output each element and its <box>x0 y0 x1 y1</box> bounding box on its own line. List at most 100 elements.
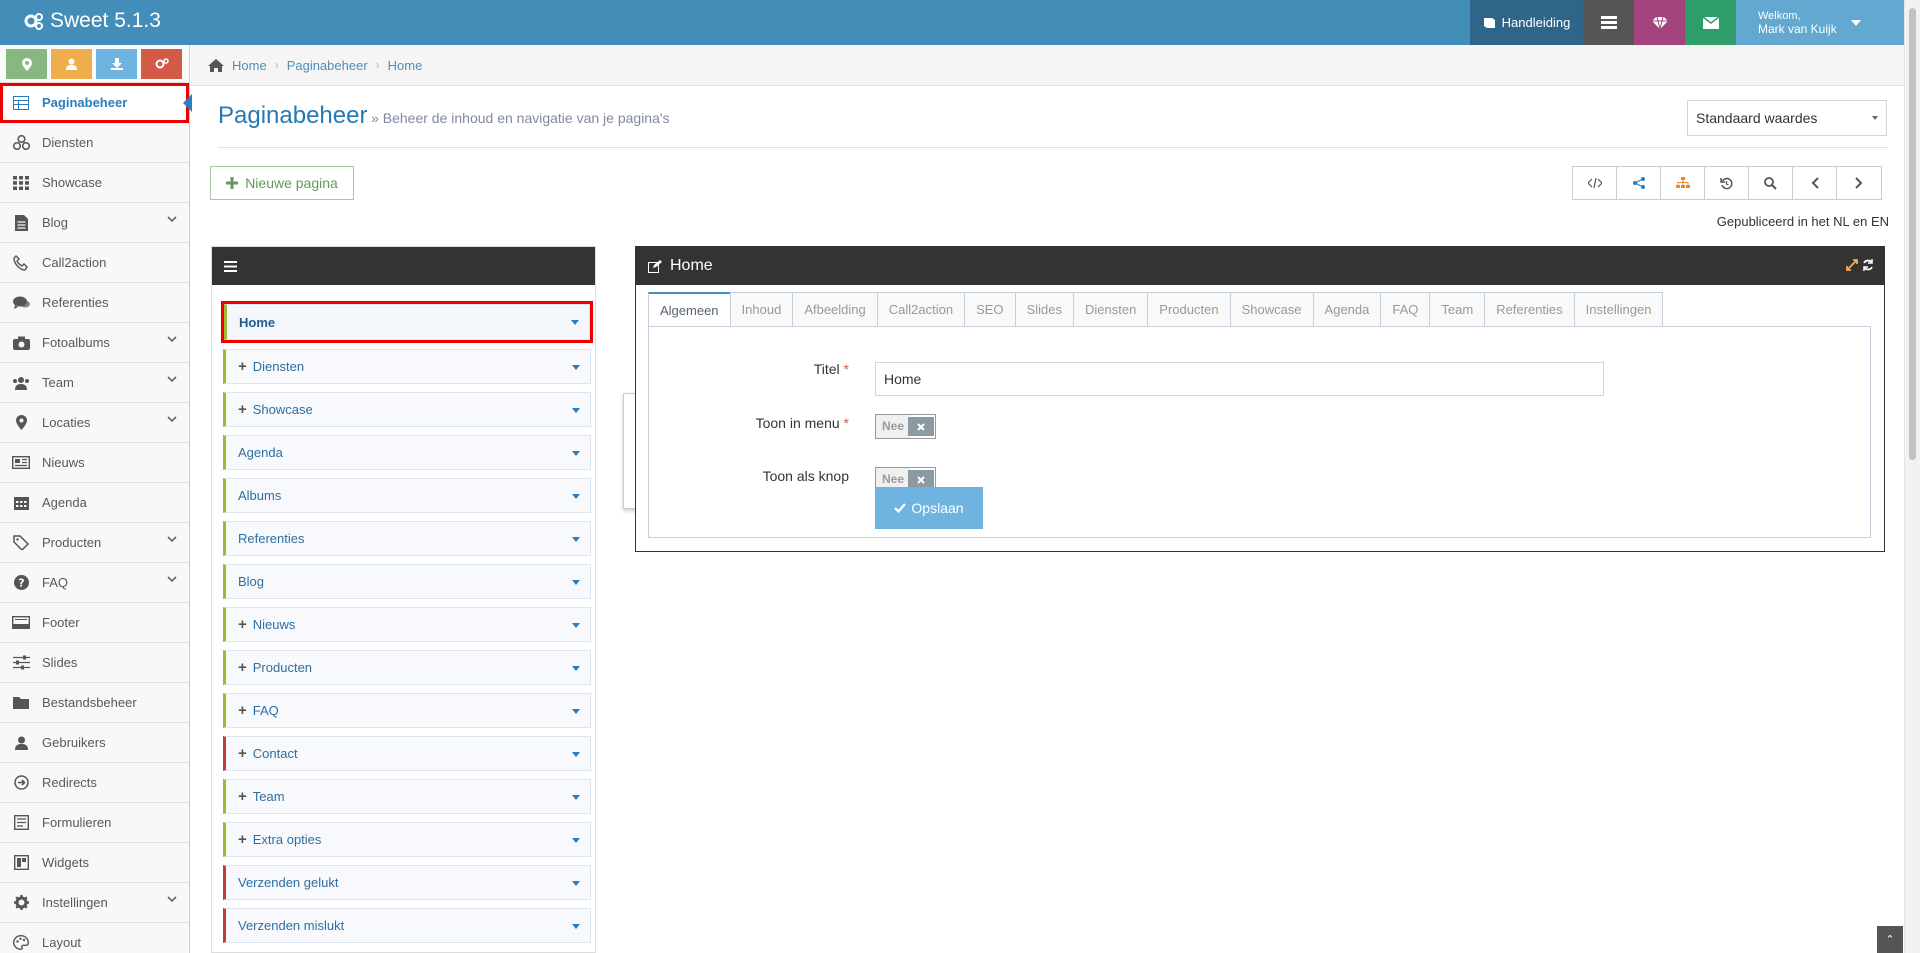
tab-slides[interactable]: Slides <box>1014 292 1073 327</box>
scrollbar-thumb[interactable] <box>1909 8 1916 460</box>
save-button[interactable]: Opslaan <box>875 487 983 529</box>
manual-button[interactable]: Handleiding <box>1470 0 1583 45</box>
plus-icon[interactable]: + <box>238 831 247 848</box>
refresh-icon[interactable] <box>1862 259 1874 271</box>
app-logo[interactable]: Sweet 5.1.3 <box>24 9 161 33</box>
tab-showcase[interactable]: Showcase <box>1229 292 1313 327</box>
plus-icon[interactable]: + <box>238 659 247 676</box>
tab-instellingen[interactable]: Instellingen <box>1573 292 1664 327</box>
sidebar-item-paginabeheer[interactable]: Paginabeheer <box>0 83 192 123</box>
tree-node-verzenden-mislukt[interactable]: Verzenden mislukt <box>223 908 591 943</box>
sidebar-item-redirects[interactable]: Redirects <box>0 763 189 803</box>
sidebar-item-widgets[interactable]: Widgets <box>0 843 189 883</box>
sidebar-item-agenda[interactable]: Agenda <box>0 483 189 523</box>
tree-node-diensten[interactable]: + Diensten <box>223 349 591 384</box>
tree-node-contact[interactable]: + Contact <box>223 736 591 771</box>
sidebar-item-gebruikers[interactable]: Gebruikers <box>0 723 189 763</box>
sidebar-item-layout[interactable]: Layout <box>0 923 189 953</box>
shortcut-locations[interactable] <box>6 49 47 79</box>
sidebar-item-faq[interactable]: ? FAQ <box>0 563 189 603</box>
menu-toggle[interactable]: Nee <box>875 414 936 439</box>
tree-node-nieuws[interactable]: + Nieuws <box>223 607 591 642</box>
plus-icon[interactable]: + <box>238 745 247 762</box>
diamond-button[interactable] <box>1634 0 1685 45</box>
caret-down-icon[interactable] <box>572 752 580 757</box>
tree-node-producten[interactable]: + Producten <box>223 650 591 685</box>
tool-next[interactable] <box>1837 167 1881 199</box>
new-page-button[interactable]: Nieuwe pagina <box>210 166 354 200</box>
sidebar-item-bestandsbeheer[interactable]: Bestandsbeheer <box>0 683 189 723</box>
bars-icon[interactable] <box>224 260 237 272</box>
tree-node-agenda[interactable]: Agenda <box>223 435 591 470</box>
caret-down-icon[interactable] <box>572 623 580 628</box>
defaults-select[interactable]: Standaard waardes <box>1687 100 1887 136</box>
caret-down-icon[interactable] <box>572 795 580 800</box>
caret-down-icon[interactable] <box>572 881 580 886</box>
tab-agenda[interactable]: Agenda <box>1312 292 1381 327</box>
sidebar-item-team[interactable]: Team <box>0 363 189 403</box>
caret-down-icon[interactable] <box>572 408 580 413</box>
plus-icon[interactable]: + <box>238 616 247 633</box>
database-button[interactable] <box>1583 0 1634 45</box>
tab-producten[interactable]: Producten <box>1147 292 1230 327</box>
user-menu[interactable]: Welkom, Mark van Kuijk <box>1736 0 1904 45</box>
sidebar-item-diensten[interactable]: Diensten <box>0 123 189 163</box>
home-icon[interactable] <box>208 58 224 72</box>
sidebar-item-call2action[interactable]: Call2action <box>0 243 189 283</box>
sidebar-item-instellingen[interactable]: Instellingen <box>0 883 189 923</box>
sidebar-item-fotoalbums[interactable]: Fotoalbums <box>0 323 189 363</box>
breadcrumb-paginabeheer[interactable]: Paginabeheer <box>287 58 368 73</box>
caret-down-icon[interactable] <box>572 709 580 714</box>
tab-diensten[interactable]: Diensten <box>1072 292 1148 327</box>
page-scrollbar[interactable] <box>1904 0 1920 953</box>
tool-search[interactable] <box>1749 167 1793 199</box>
tree-node-extra-opties[interactable]: + Extra opties <box>223 822 591 857</box>
tree-node-faq[interactable]: + FAQ <box>223 693 591 728</box>
tree-node-albums[interactable]: Albums <box>223 478 591 513</box>
tree-node-showcase[interactable]: + Showcase <box>223 392 591 427</box>
tree-node-blog[interactable]: Blog <box>223 564 591 599</box>
tree-node-home[interactable]: Home <box>221 301 593 343</box>
titel-input[interactable]: Home <box>875 362 1604 396</box>
sidebar-item-blog[interactable]: Blog <box>0 203 189 243</box>
sidebar-item-formulieren[interactable]: Formulieren <box>0 803 189 843</box>
caret-down-icon[interactable] <box>572 451 580 456</box>
plus-icon[interactable]: + <box>238 702 247 719</box>
caret-down-icon[interactable] <box>572 666 580 671</box>
tab-team[interactable]: Team <box>1429 292 1485 327</box>
tree-node-referenties[interactable]: Referenties <box>223 521 591 556</box>
caret-down-icon[interactable] <box>572 580 580 585</box>
mail-button[interactable] <box>1685 0 1736 45</box>
breadcrumb-home[interactable]: Home <box>232 58 267 73</box>
caret-down-icon[interactable] <box>572 365 580 370</box>
sidebar-item-footer[interactable]: Footer <box>0 603 189 643</box>
breadcrumb-current[interactable]: Home <box>388 58 423 73</box>
sidebar-item-locaties[interactable]: Locaties <box>0 403 189 443</box>
tab-inhoud[interactable]: Inhoud <box>729 292 793 327</box>
shortcut-users[interactable] <box>51 49 92 79</box>
caret-down-icon[interactable] <box>572 537 580 542</box>
expand-icon[interactable] <box>1846 259 1858 271</box>
tab-seo[interactable]: SEO <box>964 292 1015 327</box>
tool-previous[interactable] <box>1793 167 1837 199</box>
shortcut-download[interactable] <box>96 49 137 79</box>
tab-afbeelding[interactable]: Afbeelding <box>792 292 877 327</box>
sidebar-item-referenties[interactable]: Referenties <box>0 283 189 323</box>
tool-sitemap[interactable] <box>1661 167 1705 199</box>
tree-node-team[interactable]: + Team <box>223 779 591 814</box>
plus-icon[interactable]: + <box>238 788 247 805</box>
plus-icon[interactable]: + <box>238 358 247 375</box>
scroll-top-button[interactable]: ⌃ <box>1877 926 1903 953</box>
tool-code[interactable] <box>1573 167 1617 199</box>
sidebar-item-producten[interactable]: Producten <box>0 523 189 563</box>
tab-referenties[interactable]: Referenties <box>1484 292 1574 327</box>
caret-down-icon[interactable] <box>572 494 580 499</box>
sidebar-item-showcase[interactable]: Showcase <box>0 163 189 203</box>
sidebar-item-slides[interactable]: Slides <box>0 643 189 683</box>
plus-icon[interactable]: + <box>238 401 247 418</box>
tool-history[interactable] <box>1705 167 1749 199</box>
sidebar-item-nieuws[interactable]: Nieuws <box>0 443 189 483</box>
tab-call2action[interactable]: Call2action <box>876 292 965 327</box>
tool-share[interactable] <box>1617 167 1661 199</box>
caret-down-icon[interactable] <box>572 924 580 929</box>
